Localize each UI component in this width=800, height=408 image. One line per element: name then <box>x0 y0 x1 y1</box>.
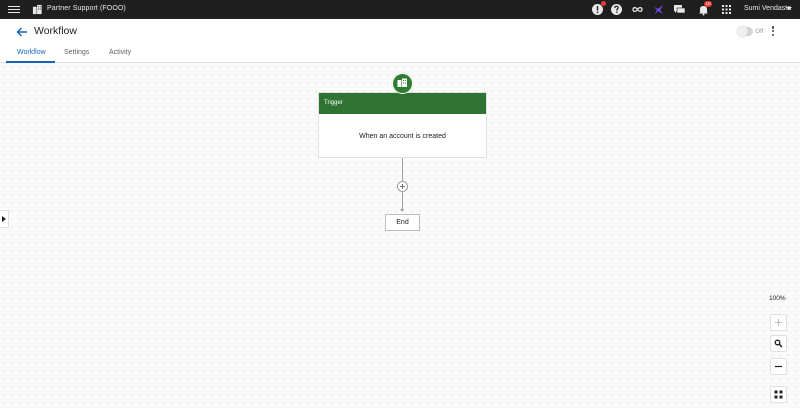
back-arrow-icon[interactable] <box>15 25 29 39</box>
caret-down-icon[interactable] <box>786 7 792 10</box>
trigger-node[interactable]: Trigger When an account is created <box>318 92 487 158</box>
plus-icon <box>775 319 782 326</box>
zoom-out-button[interactable] <box>770 358 787 375</box>
building-icon <box>397 78 407 87</box>
help-icon[interactable] <box>610 3 623 16</box>
toggle-label: Off <box>755 28 764 35</box>
chat-icon[interactable] <box>673 3 686 16</box>
trigger-node-description: When an account is created <box>359 133 446 140</box>
tab-workflow[interactable]: Workflow <box>17 49 46 56</box>
hamburger-menu-icon[interactable] <box>8 4 20 15</box>
workflow-active-toggle[interactable] <box>737 26 753 37</box>
announcement-badge <box>601 1 606 6</box>
page-header: Workflow Off <box>0 19 800 45</box>
infinity-icon[interactable] <box>631 3 644 16</box>
fit-view-button[interactable] <box>770 386 787 403</box>
organization-name[interactable]: Partner Support (FOOO) <box>47 5 126 12</box>
tab-settings[interactable]: Settings <box>64 49 89 56</box>
search-icon <box>774 339 783 348</box>
expand-panel-handle[interactable] <box>0 210 9 228</box>
grid-icon <box>774 390 783 399</box>
connector-arrow-icon <box>400 209 404 212</box>
page-title: Workflow <box>34 25 77 37</box>
connector-line <box>402 158 403 181</box>
tab-activity[interactable]: Activity <box>109 49 131 56</box>
user-menu-name[interactable]: Sumi Vendasta <box>744 5 791 12</box>
more-options-icon[interactable] <box>771 26 775 38</box>
ai-agent-icon[interactable] <box>652 3 665 16</box>
top-bar: Partner Support (FOOO) 10 Sumi Vendasta <box>0 0 800 19</box>
tab-bar: Workflow Settings Activity <box>0 45 800 63</box>
add-step-button[interactable] <box>397 181 408 192</box>
notifications-count-badge: 10 <box>704 1 712 7</box>
trigger-node-header: Trigger <box>319 93 486 114</box>
zoom-in-button[interactable] <box>770 314 787 331</box>
zoom-fit-button[interactable] <box>770 335 787 352</box>
apps-grid-icon[interactable] <box>720 3 733 16</box>
trigger-node-title: Trigger <box>324 100 343 106</box>
zoom-level: 100% <box>769 295 786 302</box>
minus-icon <box>775 365 782 368</box>
connector-line <box>402 192 403 210</box>
end-node[interactable]: End <box>385 214 420 231</box>
building-icon <box>32 4 42 15</box>
trigger-node-icon <box>392 73 413 94</box>
